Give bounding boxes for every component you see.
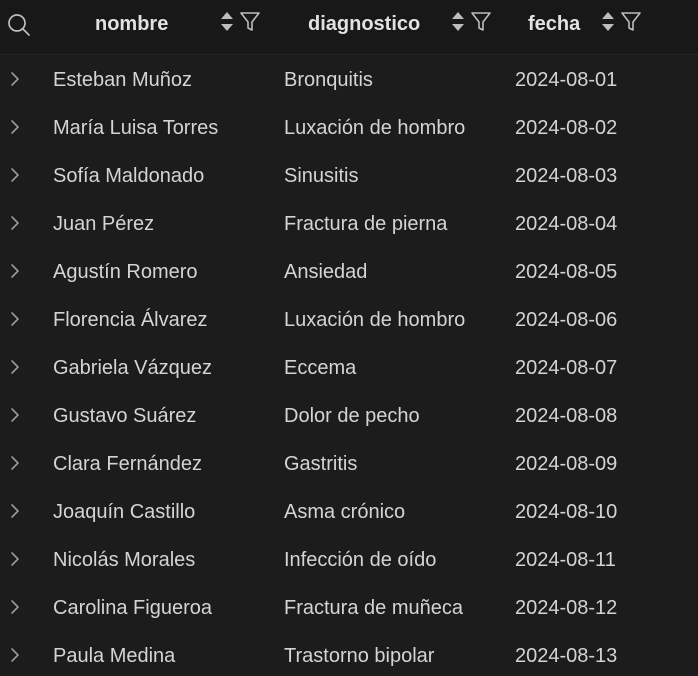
cell-diagnostico: Asma crónico (284, 501, 406, 523)
cell-fecha: 2024-08-06 (515, 309, 618, 331)
cell-nombre: Nicolás Morales (53, 549, 196, 571)
table-row[interactable]: Gabriela Vázquez Eccema 2024-08-07 (0, 344, 698, 392)
cell-nombre: Carolina Figueroa (53, 597, 212, 619)
table-row[interactable]: María Luisa Torres Luxación de hombro 20… (0, 104, 698, 152)
cell-diagnostico: Luxación de hombro (284, 309, 466, 331)
chevron-right-icon[interactable] (6, 644, 24, 666)
cell-nombre: Juan Pérez (53, 213, 155, 235)
chevron-right-icon[interactable] (6, 116, 24, 138)
chevron-right-icon[interactable] (6, 164, 24, 186)
chevron-right-icon[interactable] (6, 548, 24, 570)
cell-diagnostico: Trastorno bipolar (284, 645, 435, 667)
table-row[interactable]: Carolina Figueroa Fractura de muñeca 202… (0, 584, 698, 632)
cell-nombre: Esteban Muñoz (53, 69, 192, 91)
data-table: nombre diagnostico fecha Esteban Muñoz B… (0, 0, 698, 676)
cell-nombre: Clara Fernández (53, 453, 202, 475)
cell-diagnostico: Sinusitis (284, 165, 359, 187)
column-header-diagnostico[interactable]: diagnostico (308, 0, 420, 48)
cell-fecha: 2024-08-12 (515, 597, 618, 619)
table-row[interactable]: Clara Fernández Gastritis 2024-08-09 (0, 440, 698, 488)
table-row[interactable]: Esteban Muñoz Bronquitis 2024-08-01 (0, 56, 698, 104)
cell-fecha: 2024-08-08 (515, 405, 618, 427)
chevron-right-icon[interactable] (6, 68, 24, 90)
table-row[interactable]: Paula Medina Trastorno bipolar 2024-08-1… (0, 632, 698, 676)
column-header-nombre[interactable]: nombre (95, 0, 168, 48)
cell-nombre: Agustín Romero (53, 261, 198, 283)
table-row[interactable]: Juan Pérez Fractura de pierna 2024-08-04 (0, 200, 698, 248)
cell-fecha: 2024-08-10 (515, 501, 618, 523)
cell-diagnostico: Fractura de pierna (284, 213, 448, 235)
cell-diagnostico: Dolor de pecho (284, 405, 420, 427)
table-row[interactable]: Gustavo Suárez Dolor de pecho 2024-08-08 (0, 392, 698, 440)
cell-nombre: Florencia Álvarez (53, 309, 208, 331)
table-row[interactable]: Nicolás Morales Infección de oído 2024-0… (0, 536, 698, 584)
cell-fecha: 2024-08-03 (515, 165, 618, 187)
cell-fecha: 2024-08-05 (515, 261, 618, 283)
chevron-right-icon[interactable] (6, 260, 24, 282)
sort-icon[interactable] (219, 9, 235, 35)
sort-icon[interactable] (450, 9, 466, 35)
table-row[interactable]: Sofía Maldonado Sinusitis 2024-08-03 (0, 152, 698, 200)
cell-fecha: 2024-08-01 (515, 69, 618, 91)
cell-nombre: Gustavo Suárez (53, 405, 197, 427)
chevron-right-icon[interactable] (6, 212, 24, 234)
search-icon[interactable] (6, 12, 32, 38)
cell-nombre: Gabriela Vázquez (53, 357, 212, 379)
cell-diagnostico: Infección de oído (284, 549, 437, 571)
cell-nombre: Sofía Maldonado (53, 165, 205, 187)
cell-diagnostico: Luxación de hombro (284, 117, 466, 139)
cell-diagnostico: Bronquitis (284, 69, 373, 91)
cell-diagnostico: Eccema (284, 357, 357, 379)
table-row[interactable]: Florencia Álvarez Luxación de hombro 202… (0, 296, 698, 344)
cell-fecha: 2024-08-09 (515, 453, 618, 475)
cell-nombre: María Luisa Torres (53, 117, 219, 139)
table-row[interactable]: Agustín Romero Ansiedad 2024-08-05 (0, 248, 698, 296)
cell-diagnostico: Fractura de muñeca (284, 597, 463, 619)
chevron-right-icon[interactable] (6, 308, 24, 330)
cell-fecha: 2024-08-07 (515, 357, 618, 379)
chevron-right-icon[interactable] (6, 452, 24, 474)
cell-fecha: 2024-08-11 (515, 549, 616, 571)
table-row[interactable]: Joaquín Castillo Asma crónico 2024-08-10 (0, 488, 698, 536)
chevron-right-icon[interactable] (6, 404, 24, 426)
cell-fecha: 2024-08-04 (515, 213, 618, 235)
sort-icon[interactable] (600, 9, 616, 35)
filter-icon[interactable] (470, 11, 492, 33)
column-header-fecha[interactable]: fecha (528, 0, 580, 48)
chevron-right-icon[interactable] (6, 596, 24, 618)
chevron-right-icon[interactable] (6, 500, 24, 522)
cell-nombre: Paula Medina (53, 645, 176, 667)
chevron-right-icon[interactable] (6, 356, 24, 378)
cell-fecha: 2024-08-13 (515, 645, 618, 667)
cell-diagnostico: Gastritis (284, 453, 358, 475)
table-header: nombre diagnostico fecha (0, 0, 698, 55)
cell-diagnostico: Ansiedad (284, 261, 368, 283)
cell-nombre: Joaquín Castillo (53, 501, 196, 523)
filter-icon[interactable] (620, 11, 642, 33)
cell-fecha: 2024-08-02 (515, 117, 618, 139)
filter-icon[interactable] (239, 11, 261, 33)
